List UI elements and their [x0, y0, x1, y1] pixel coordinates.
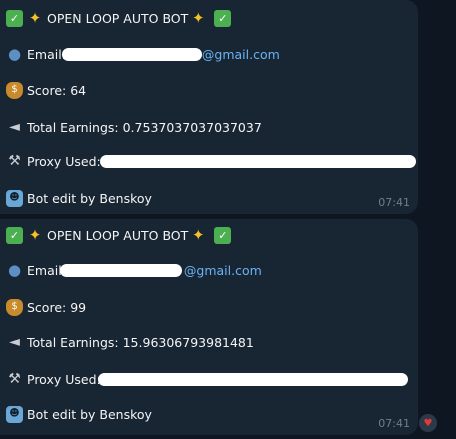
check-mark-icon: ✓ — [214, 226, 232, 244]
earnings-value: 0.7537037037037037 — [122, 119, 262, 135]
tools-icon: ⚒ — [8, 371, 21, 387]
score-line: $ Score: 99 — [6, 297, 86, 317]
tools-icon: ⚒ — [8, 153, 21, 169]
email-link[interactable]: @gmail.com — [202, 47, 280, 62]
score-line: $ Score: 64 — [6, 80, 86, 100]
message-bubble[interactable]: ✓ ✦ OPEN LOOP AUTO BOT ✦ ✓ ● Email: @gma… — [0, 219, 418, 435]
megaphone-icon: ◄ — [9, 119, 20, 135]
redaction-mark — [98, 373, 408, 386]
check-mark-icon: ✓ — [6, 9, 23, 27]
megaphone-icon: ◄ — [9, 334, 20, 350]
email-link[interactable]: @gmail.com — [184, 263, 262, 278]
score-value: 99 — [70, 299, 87, 315]
earnings-line: ◄ Total Earnings: 15.96306793981481 — [6, 332, 254, 352]
redaction-mark — [60, 264, 182, 277]
money-bag-icon: $ — [6, 298, 23, 316]
message-title-line: ✓ ✦ OPEN LOOP AUTO BOT ✦ ✓ — [6, 225, 235, 245]
robot-icon: ☻ — [6, 189, 23, 207]
check-mark-icon: ✓ — [214, 9, 232, 27]
star-icon: ✦ — [192, 225, 205, 244]
proxy-line: ⚒ Proxy Used: — [6, 151, 101, 171]
money-bag-icon: $ — [6, 81, 23, 99]
message-title: OPEN LOOP AUTO BOT — [47, 10, 189, 26]
score-label: Score: — [27, 82, 67, 98]
star-icon: ✦ — [28, 8, 42, 27]
message-time: 07:41 — [378, 417, 410, 430]
earnings-label: Total Earnings: — [27, 334, 119, 350]
message-title-line: ✓ ✦ OPEN LOOP AUTO BOT ✦ ✓ — [6, 8, 235, 28]
star-icon: ✦ — [192, 8, 205, 27]
redaction-mark — [100, 155, 416, 168]
message-time: 07:41 — [378, 196, 410, 209]
earnings-value: 15.96306793981481 — [122, 334, 254, 350]
proxy-line: ⚒ Proxy Used: — [6, 369, 101, 389]
message-title: OPEN LOOP AUTO BOT — [47, 227, 189, 243]
proxy-label: Proxy Used: — [27, 153, 101, 169]
earnings-line: ◄ Total Earnings: 0.7537037037037037 — [6, 117, 262, 137]
user-icon: ● — [7, 44, 22, 63]
user-icon: ● — [7, 260, 22, 279]
message-bubble[interactable]: ✓ ✦ OPEN LOOP AUTO BOT ✦ ✓ ● Email: @gma… — [0, 0, 418, 214]
check-mark-icon: ✓ — [6, 226, 23, 244]
credit-line: ☻ Bot edit by Benskoy — [6, 188, 152, 208]
heart-icon[interactable]: ♥ — [419, 414, 437, 432]
email-label: Email: — [27, 46, 66, 62]
redaction-mark — [62, 48, 202, 61]
score-label: Score: — [27, 299, 67, 315]
score-value: 64 — [70, 82, 87, 98]
credit-text: Bot edit by Benskoy — [27, 406, 152, 422]
robot-icon: ☻ — [6, 405, 23, 423]
credit-line: ☻ Bot edit by Benskoy — [6, 404, 152, 424]
star-icon: ✦ — [28, 225, 42, 244]
proxy-label: Proxy Used: — [27, 371, 101, 387]
credit-text: Bot edit by Benskoy — [27, 190, 152, 206]
earnings-label: Total Earnings: — [27, 119, 119, 135]
